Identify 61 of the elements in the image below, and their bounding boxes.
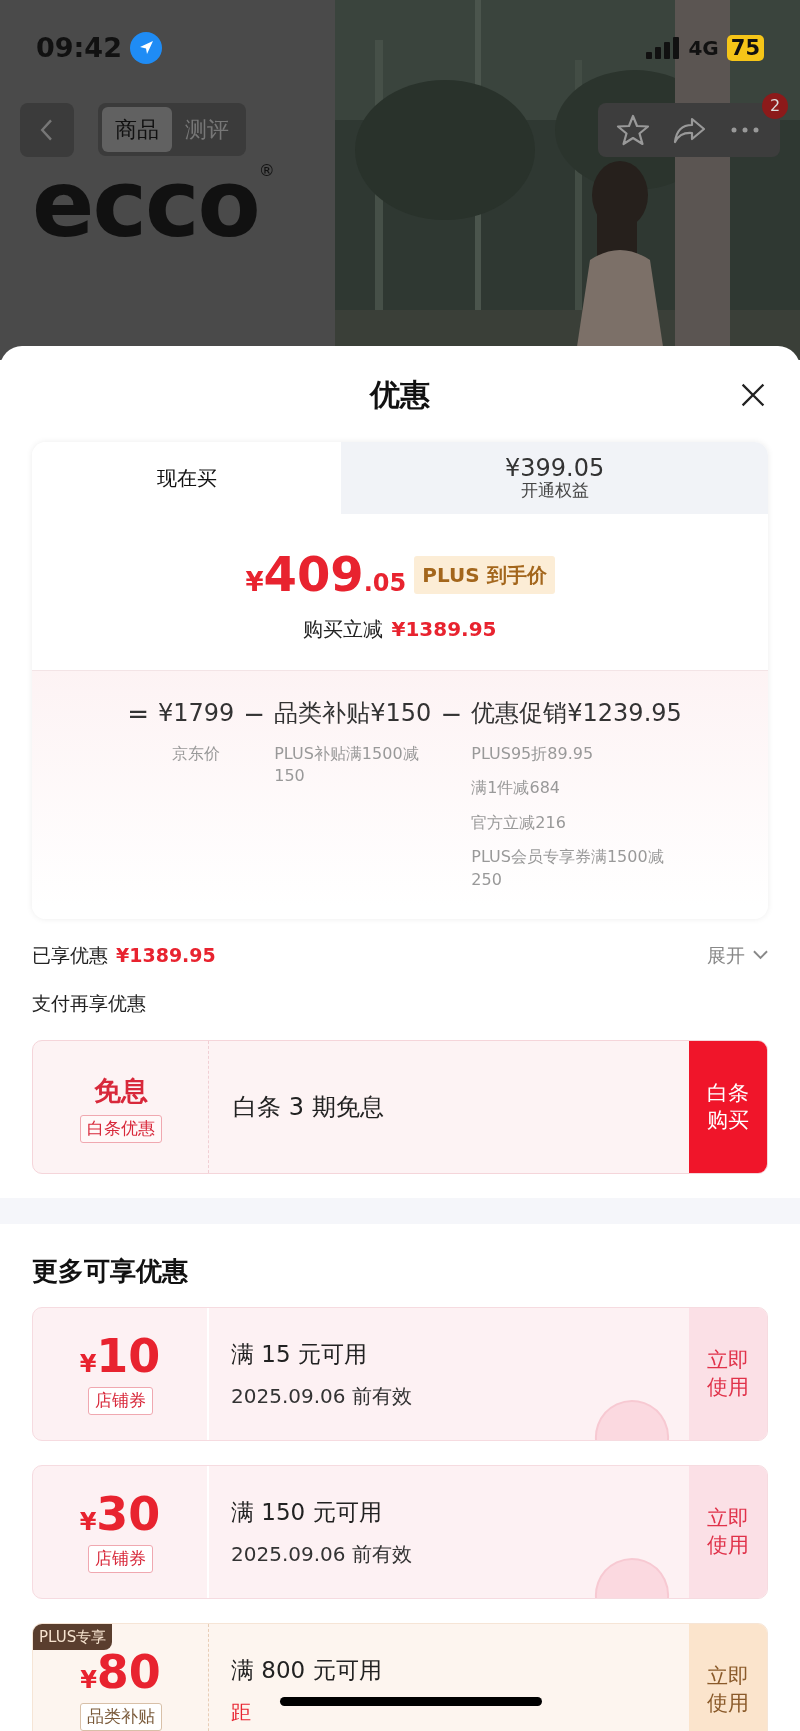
reduction-amount: ¥1389.95 bbox=[391, 616, 497, 643]
member-badge: PLUS专享 bbox=[33, 1623, 113, 1651]
use-button[interactable]: 立即使用 bbox=[689, 1307, 767, 1440]
breakdown-note: 官方立减216 bbox=[471, 811, 566, 834]
reduction-label: 购买立减 bbox=[303, 616, 384, 643]
breakdown-label: 优惠促销 bbox=[471, 698, 568, 729]
close-icon bbox=[740, 382, 766, 408]
network-label: 4G bbox=[688, 35, 719, 63]
expand-button[interactable]: 展开 bbox=[707, 940, 768, 970]
tab[interactable]: 测评 bbox=[172, 107, 242, 152]
price-tag: PLUS 到手价 bbox=[414, 556, 555, 594]
signal-icon bbox=[646, 37, 681, 60]
coupon-tag: 店铺券 bbox=[87, 1545, 153, 1573]
chevron-down-icon bbox=[753, 950, 768, 961]
breakdown-note: PLUS会员专享券满1500减250 bbox=[471, 846, 665, 891]
breakdown-amount: ¥150 bbox=[370, 698, 432, 729]
use-button[interactable]: 立即使用 bbox=[689, 1623, 767, 1731]
status-time: 09:42 bbox=[36, 31, 122, 65]
sheet-title: 优惠 bbox=[370, 375, 430, 414]
offer-text: 白条 3 期免息 bbox=[233, 1091, 384, 1123]
price-tab[interactable]: 现在买 bbox=[32, 442, 342, 514]
breakdown-note: 满1件减684 bbox=[471, 777, 560, 800]
use-button[interactable]: 立即使用 bbox=[689, 1465, 767, 1598]
breakdown-amount: ¥1239.95 bbox=[567, 698, 682, 729]
coupon-tag: 品类补贴 bbox=[79, 1703, 162, 1731]
final-price: ¥409.05 bbox=[245, 550, 407, 598]
savings-amount: ¥1389.95 bbox=[116, 942, 216, 968]
coupon-tag: 店铺券 bbox=[87, 1387, 153, 1415]
coupon-validity: 2025.09.06 前有效 bbox=[231, 1541, 412, 1569]
offer-tag: 白条优惠 bbox=[79, 1115, 162, 1143]
buy-button[interactable]: 白条购买 bbox=[689, 1040, 767, 1173]
coupon-value: ¥30 bbox=[79, 1491, 161, 1538]
breakdown-amount: ¥1799 bbox=[158, 698, 235, 729]
breakdown-label: 品类补贴 bbox=[274, 698, 371, 729]
brand-logo: ecco bbox=[32, 158, 259, 251]
operator: − bbox=[439, 698, 464, 731]
operator: = bbox=[126, 698, 151, 731]
star-icon[interactable] bbox=[616, 112, 650, 147]
tab-price: ¥399.05 bbox=[504, 456, 605, 482]
coupon-condition: 满 15 元可用 bbox=[231, 1339, 368, 1369]
coupon-value: ¥10 bbox=[79, 1333, 161, 1380]
coupon-condition: 满 150 元可用 bbox=[231, 1497, 383, 1527]
price-tab[interactable]: ¥399.05 开通权益 bbox=[341, 442, 768, 514]
breakdown-note: PLUS补贴满1500减150 bbox=[274, 743, 420, 788]
location-icon bbox=[129, 32, 162, 65]
coupon-value: ¥80 bbox=[80, 1649, 161, 1696]
coupon-validity: 距 bbox=[231, 1699, 251, 1727]
section-heading: 支付再享优惠 bbox=[32, 991, 147, 1017]
battery-level: 75 bbox=[726, 35, 764, 62]
offer-title: 免息 bbox=[93, 1073, 148, 1108]
tab-label: 现在买 bbox=[156, 465, 217, 492]
tab[interactable]: 商品 bbox=[102, 107, 172, 152]
breakdown-note: PLUS95折89.95 bbox=[471, 743, 594, 765]
breakdown-note: 京东价 bbox=[172, 743, 221, 765]
section-heading: 更多可享优惠 bbox=[32, 1254, 189, 1288]
coupon-validity: 2025.09.06 前有效 bbox=[231, 1383, 412, 1411]
coupon-condition: 满 800 元可用 bbox=[231, 1655, 383, 1685]
savings-label: 已享优惠 bbox=[32, 942, 108, 968]
tab-label: 开通权益 bbox=[520, 481, 589, 500]
operator: − bbox=[242, 698, 267, 731]
registered-mark: ® bbox=[258, 159, 275, 182]
